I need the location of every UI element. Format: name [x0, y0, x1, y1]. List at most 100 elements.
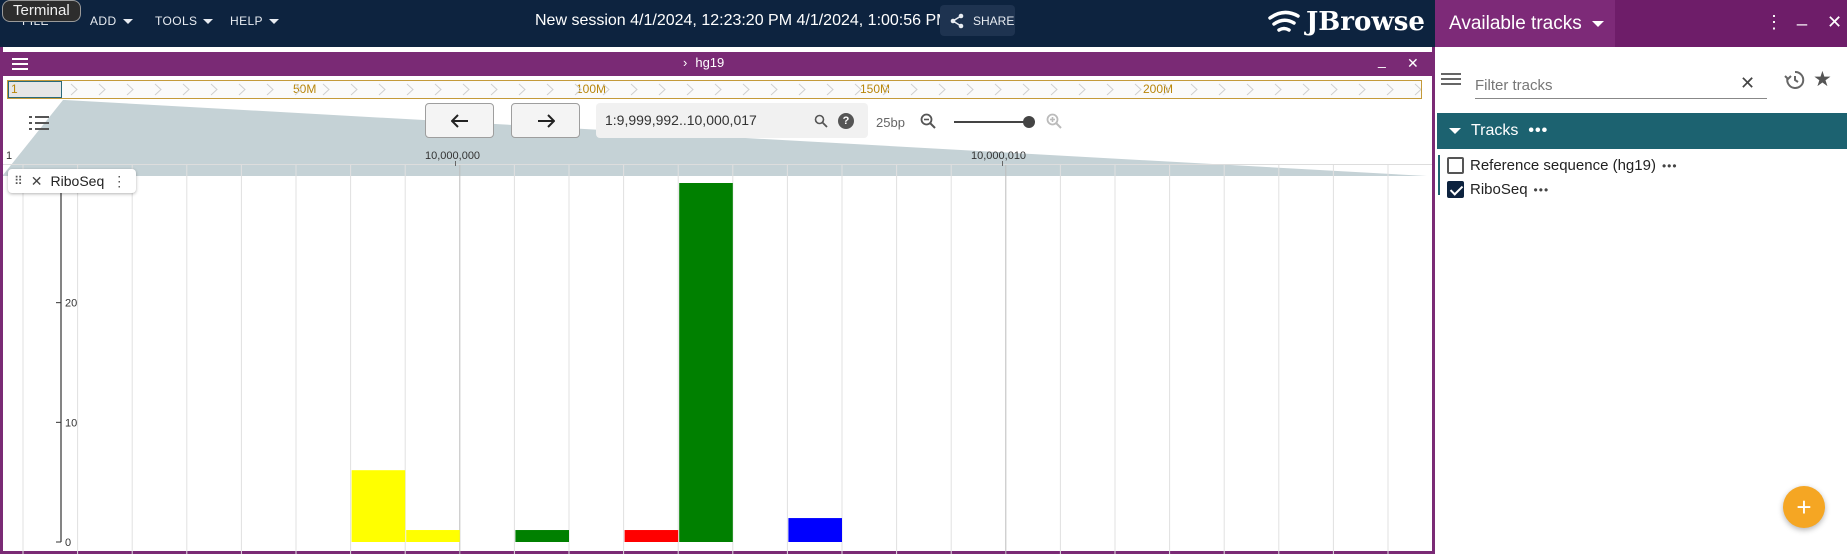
- y-axis-tick-label: 10: [65, 417, 77, 429]
- overview-chevron: [518, 83, 526, 96]
- overview-chevron: [1274, 83, 1282, 96]
- track-label-riboseq[interactable]: ⠿ ✕ RiboSeq ⋮: [8, 169, 136, 193]
- view-menu-icon[interactable]: [12, 57, 28, 71]
- minimize-view-icon[interactable]: _: [1378, 52, 1386, 68]
- overview-ruler[interactable]: 1 50M 100M 150M 200M: [7, 80, 1422, 99]
- session-title[interactable]: New session 4/1/2024, 12:23:20 PM 4/1/20…: [535, 12, 950, 30]
- category-label: Tracks: [1471, 122, 1519, 139]
- location-value: 1:9,999,992..10,000,017: [605, 112, 757, 128]
- track-checkbox[interactable]: [1447, 181, 1464, 198]
- overview-chevron: [686, 83, 694, 96]
- plus-icon: +: [1796, 491, 1812, 522]
- track-list-icon[interactable]: [29, 115, 49, 131]
- more-horiz-icon[interactable]: •••: [1662, 159, 1678, 173]
- overview-chevron: [882, 83, 890, 96]
- zoom-slider-track[interactable]: [954, 121, 1032, 123]
- pan-left-button[interactable]: [425, 103, 494, 138]
- coordinate-ruler[interactable]: 1 10,000,000 10,000,010: [3, 147, 1432, 166]
- overview-chevron: [770, 83, 778, 96]
- expand-icon: [1449, 128, 1461, 134]
- category-tracks[interactable]: Tracks •••: [1437, 113, 1847, 149]
- riboseq-track-plot: 20 10 0: [22, 165, 1444, 554]
- overview-chevron: [462, 83, 470, 96]
- coverage-bar: [515, 530, 569, 542]
- track-checkbox[interactable]: [1447, 157, 1464, 174]
- zoom-slider-thumb[interactable]: [1023, 116, 1035, 128]
- overview-chevron: [994, 83, 1002, 96]
- more-vert-icon[interactable]: ⋮: [1765, 12, 1783, 33]
- zoom-out-icon[interactable]: [920, 113, 936, 129]
- overview-chevron: [238, 83, 246, 96]
- overview-chevron: [210, 83, 218, 96]
- overview-chevron: [1106, 83, 1114, 96]
- track-item-reference[interactable]: Reference sequence (hg19) •••: [1447, 157, 1678, 174]
- menu-icon[interactable]: [1441, 71, 1461, 87]
- close-track-icon[interactable]: ✕: [31, 173, 43, 190]
- overview-chevron: [434, 83, 442, 96]
- jbrowse-logo: JBrowse: [1266, 6, 1425, 38]
- coverage-bar: [679, 183, 733, 542]
- minimize-icon[interactable]: _: [1797, 6, 1807, 27]
- filter-tracks-input[interactable]: Filter tracks: [1475, 65, 1767, 99]
- track-area: 20 10 0 ⠿ ✕ RiboSeq ⋮: [3, 165, 1444, 554]
- overview-chevron: [1246, 83, 1254, 96]
- app-bar: FILE ADD TOOLS HELP Terminal New session…: [0, 0, 1435, 47]
- arrow-left-icon: [450, 113, 468, 128]
- clear-icon[interactable]: ✕: [1740, 73, 1755, 94]
- overview-chevron: [1050, 83, 1058, 96]
- overview-chevron: [574, 83, 582, 96]
- caret-down-icon: [268, 18, 279, 24]
- add-menu[interactable]: ADD: [90, 14, 133, 28]
- overview-chevron: [322, 83, 330, 96]
- overview-chevron: [1162, 83, 1170, 96]
- help-icon[interactable]: ?: [838, 113, 854, 129]
- share-button[interactable]: SHARE: [940, 5, 1015, 36]
- more-horiz-icon[interactable]: •••: [1528, 122, 1548, 140]
- add-track-fab[interactable]: +: [1783, 486, 1825, 528]
- chevron-right-icon: ›: [683, 55, 688, 70]
- overview-chevron: [658, 83, 666, 96]
- zoom-in-icon[interactable]: [1046, 113, 1062, 129]
- caret-down-icon: [1591, 20, 1604, 27]
- search-icon[interactable]: [814, 114, 828, 128]
- widget-selector[interactable]: Available tracks: [1435, 0, 1615, 47]
- caret-down-icon: [122, 18, 133, 24]
- logo-text: JBrowse: [1306, 7, 1425, 37]
- track-name: RiboSeq: [50, 173, 105, 189]
- overview-chevron: [1190, 83, 1198, 96]
- close-view-icon[interactable]: ✕: [1407, 55, 1419, 72]
- location-search-input[interactable]: 1:9,999,992..10,000,017 ?: [596, 103, 868, 138]
- logo-icon: [1268, 10, 1300, 32]
- overview-chevron: [1134, 83, 1142, 96]
- track-selector-panel: Filter tracks ✕ ★ Tracks ••• Reference s…: [1435, 47, 1847, 554]
- view-title[interactable]: › hg19: [683, 55, 724, 70]
- more-horiz-icon[interactable]: •••: [1534, 183, 1550, 197]
- overview-chevron: [154, 83, 162, 96]
- history-icon[interactable]: [1784, 69, 1806, 91]
- overview-chevron: [1078, 83, 1086, 96]
- track-menu-icon[interactable]: ⋮: [112, 173, 126, 190]
- widget-title: Available tracks: [1449, 12, 1582, 34]
- overview-chevron: [490, 83, 498, 96]
- coverage-bar: [788, 518, 842, 542]
- tools-menu[interactable]: TOOLS: [155, 14, 214, 28]
- share-label: SHARE: [973, 13, 1015, 28]
- widget-header: Available tracks ⋮ _ ✕: [1435, 0, 1847, 47]
- drag-handle-icon[interactable]: ⠿: [14, 174, 23, 188]
- coverage-bar: [351, 470, 406, 542]
- share-icon: [950, 13, 964, 28]
- overview-chevron: [546, 83, 554, 96]
- help-menu[interactable]: HELP: [230, 14, 279, 28]
- y-axis-tick-label: 0: [65, 537, 71, 549]
- linear-genome-view: › hg19 _ ✕ 1 50M 100M 150M 200M 1:9,999,…: [0, 47, 1444, 554]
- overview-chevron: [406, 83, 414, 96]
- y-axis-tick-label: 20: [65, 298, 77, 310]
- coordinate-label: 1: [6, 150, 13, 162]
- overview-chevron: [70, 83, 78, 96]
- track-label: RiboSeq: [1470, 181, 1528, 198]
- pan-right-button[interactable]: [511, 103, 580, 138]
- track-item-riboseq[interactable]: RiboSeq •••: [1447, 181, 1549, 198]
- close-icon[interactable]: ✕: [1827, 12, 1842, 33]
- overview-chevron: [1386, 83, 1394, 96]
- favorite-star-icon[interactable]: ★: [1813, 67, 1832, 92]
